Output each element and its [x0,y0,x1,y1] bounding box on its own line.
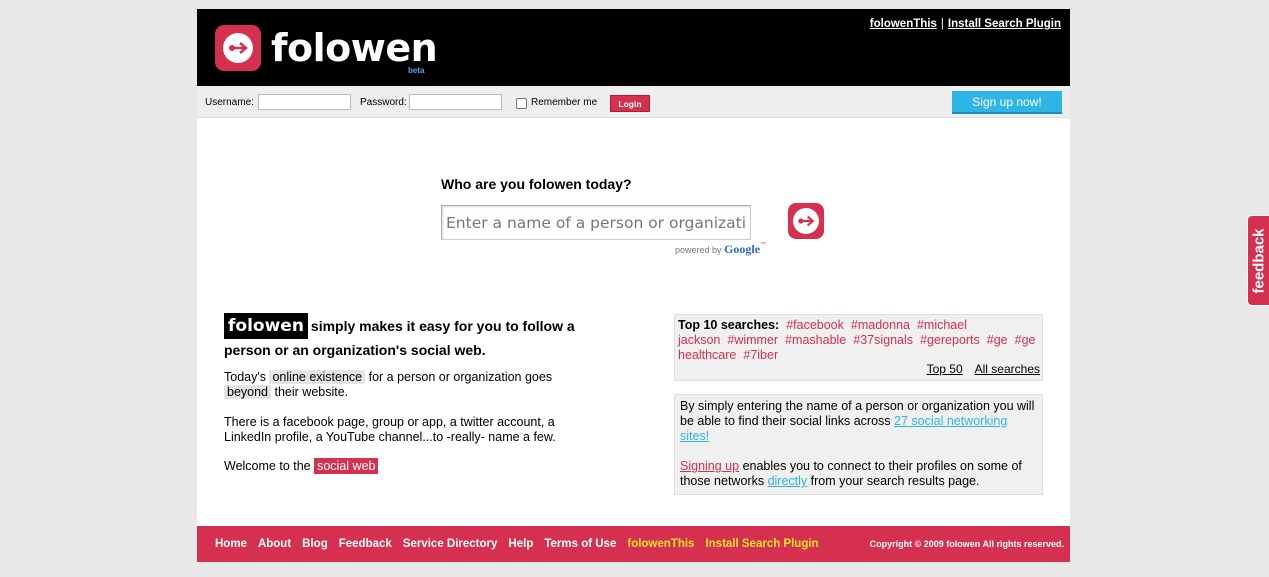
login-button[interactable]: Login [610,95,650,112]
powered-by-text: powered by [675,245,722,255]
beta-label: beta [408,66,425,75]
all-searches-link[interactable]: All searches [975,362,1040,376]
footer-link-install-plugin[interactable]: Install Search Plugin [705,538,818,550]
signup-button[interactable]: Sign up now! [952,91,1062,114]
footer-link-folowenthis[interactable]: folowenThis [627,538,694,550]
powered-by-google: powered by Google™ [675,242,766,257]
highlight-online-existence: online existence [269,370,366,384]
highlight-beyond: beyond [224,385,272,399]
footer-link-blog[interactable]: Blog [302,538,328,550]
header-link-folowenthis[interactable]: folowenThis [870,18,937,30]
search-tag[interactable]: #madonna [851,318,910,332]
footer-link-home[interactable]: Home [215,538,247,550]
intro-paragraph-2: There is a facebook page, group or app, … [224,415,556,444]
remember-me-label: Remember me [531,97,598,108]
feedback-tab-label: feedback [1250,227,1268,294]
username-field[interactable] [258,94,351,110]
copyright: Copyright © 2009 folowen All rights rese… [869,539,1064,549]
footer-link-help[interactable]: Help [508,538,533,550]
search-tag[interactable]: #7iber [743,348,778,362]
signing-up-link[interactable]: Signing up [680,459,739,473]
tm-mark: ™ [760,242,767,248]
footer-link-about[interactable]: About [258,538,291,550]
page: folowen beta folowenThis | Install Search … [197,9,1070,562]
highlight-social-web: social web [314,458,379,474]
search-tag[interactable]: #facebook [786,318,844,332]
footer-link-service-directory[interactable]: Service Directory [403,538,498,550]
top-searches-links: Top 50 All searches [915,362,1040,377]
search-tag[interactable]: #mashable [785,333,846,347]
intro-logo: folowen [224,313,308,339]
search-go-button[interactable] [788,203,824,239]
top-50-link[interactable]: Top 50 [927,362,963,376]
login-bar: Username: Password: Remember me Login Si… [197,86,1070,118]
search-tag[interactable]: #ge [987,333,1008,347]
search-input[interactable] [441,205,751,240]
footer-nav: Home About Blog Feedback Service Directo… [215,538,830,550]
header-separator: | [940,18,944,30]
header-link-install-plugin[interactable]: Install Search Plugin [948,18,1061,30]
logo[interactable]: folowen [215,25,438,71]
search-tag[interactable]: #gereports [920,333,980,347]
remember-me-checkbox[interactable] [516,98,527,109]
intro-paragraph-1: Today's online existence for a person or… [224,370,553,399]
logo-text: folowen [271,26,438,70]
arrow-right-circle-icon [215,25,261,71]
footer: Home About Blog Feedback Service Directo… [197,526,1070,562]
password-label: Password: [360,97,407,108]
intro-paragraph-3: Welcome to the social web [224,458,594,474]
search-question: Who are you folowen today? [441,176,632,192]
arrow-right-circle-icon [793,208,819,234]
footer-link-terms[interactable]: Terms of Use [544,538,616,550]
password-field[interactable] [409,94,502,110]
top-searches-label: Top 10 searches: [678,318,780,332]
top-searches-box: Top 10 searches: #facebook #madonna #michae… [674,314,1043,381]
about-box: By simply entering the name of a person … [674,394,1043,495]
username-label: Username: [205,97,254,108]
header-links: folowenThis | Install Search Plugin [870,18,1061,30]
directly-link[interactable]: directly [768,474,808,488]
search-tag[interactable]: #wimmer [727,333,778,347]
search-tag[interactable]: #37signals [853,333,913,347]
header: folowen beta folowenThis | Install Search … [197,9,1070,86]
feedback-tab[interactable]: feedback [1247,215,1269,306]
footer-link-feedback[interactable]: Feedback [339,538,392,550]
google-logo: Google [724,242,761,256]
intro-headline: folowen simply makes it easy for you to f… [224,313,594,361]
